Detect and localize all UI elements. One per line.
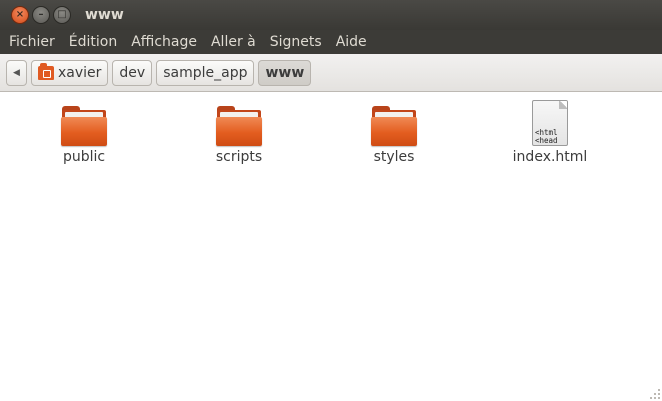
file-name: scripts bbox=[215, 149, 263, 165]
resize-grip-icon[interactable] bbox=[648, 387, 660, 399]
file-preview-text: <!DOC <html <head <me bbox=[535, 127, 558, 145]
close-window-button[interactable]: × bbox=[11, 6, 29, 24]
breadcrumb-dev[interactable]: dev bbox=[112, 59, 153, 86]
minimize-window-button[interactable]: – bbox=[32, 6, 50, 24]
breadcrumb-label: www bbox=[265, 64, 305, 81]
breadcrumb-www[interactable]: www bbox=[258, 59, 312, 86]
window-controls: × – □ bbox=[11, 6, 71, 24]
file-view[interactable]: public scripts styles <!DOC <html <head … bbox=[0, 92, 662, 401]
chevron-left-icon: ◀ bbox=[13, 67, 20, 78]
path-bar: ◀ xavier dev sample_app www bbox=[0, 54, 662, 92]
file-item-index-html[interactable]: <!DOC <html <head <me index.html bbox=[495, 92, 605, 165]
path-scroll-left-button[interactable]: ◀ bbox=[6, 59, 27, 86]
breadcrumb-label: dev bbox=[119, 64, 146, 81]
folder-icon bbox=[61, 106, 107, 146]
menu-bar: Fichier Édition Affichage Aller à Signet… bbox=[0, 30, 662, 54]
title-bar[interactable]: × – □ www bbox=[0, 0, 662, 30]
menu-affichage[interactable]: Affichage bbox=[131, 34, 197, 50]
folder-icon bbox=[371, 106, 417, 146]
menu-aller-a[interactable]: Aller à bbox=[211, 34, 256, 50]
file-manager-window: × – □ www Fichier Édition Affichage Alle… bbox=[0, 0, 662, 401]
menu-aide[interactable]: Aide bbox=[336, 34, 367, 50]
folder-item-styles[interactable]: styles bbox=[339, 92, 449, 165]
breadcrumb-xavier[interactable]: xavier bbox=[31, 59, 109, 86]
menu-signets[interactable]: Signets bbox=[270, 34, 322, 50]
breadcrumb-sample-app[interactable]: sample_app bbox=[156, 59, 255, 86]
folder-item-public[interactable]: public bbox=[29, 92, 139, 165]
file-name: styles bbox=[373, 149, 415, 165]
window-title: www bbox=[85, 7, 124, 23]
folder-item-scripts[interactable]: scripts bbox=[184, 92, 294, 165]
file-name: index.html bbox=[512, 149, 588, 165]
breadcrumb-label: sample_app bbox=[163, 64, 248, 81]
breadcrumb-label: xavier bbox=[58, 64, 102, 81]
maximize-window-button[interactable]: □ bbox=[53, 6, 71, 24]
menu-fichier[interactable]: Fichier bbox=[9, 34, 55, 50]
folder-icon bbox=[216, 106, 262, 146]
html-file-icon: <!DOC <html <head <me bbox=[532, 100, 568, 146]
file-name: public bbox=[62, 149, 106, 165]
menu-edition[interactable]: Édition bbox=[69, 34, 117, 50]
home-folder-icon bbox=[38, 62, 54, 80]
